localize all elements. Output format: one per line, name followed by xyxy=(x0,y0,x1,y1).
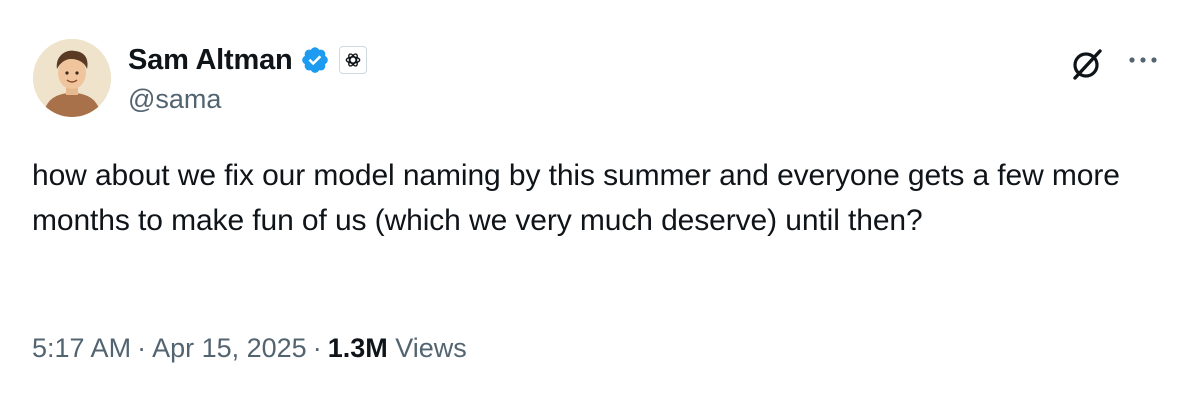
tweet-text: how about we fix our model naming by thi… xyxy=(32,159,1120,237)
meta-separator: · xyxy=(312,333,322,363)
avatar[interactable] xyxy=(33,39,111,117)
tweet-date[interactable]: Apr 15, 2025 xyxy=(152,333,307,363)
meta-separator: · xyxy=(137,333,147,363)
author-name-row: Sam Altman xyxy=(128,42,367,78)
verified-badge-icon[interactable] xyxy=(300,45,330,75)
more-options-icon[interactable] xyxy=(1126,48,1160,72)
grok-icon[interactable] xyxy=(1067,44,1107,84)
openai-logo-icon[interactable] xyxy=(338,46,367,74)
tweet-metadata: 5:17 AM · Apr 15, 2025 · 1.3M Views xyxy=(32,333,467,364)
tweet-time[interactable]: 5:17 AM xyxy=(32,333,131,363)
tweet-card: Sam Altman @sama how about we fix our mo… xyxy=(0,0,1198,402)
avatar-illustration xyxy=(33,39,111,117)
views-count: 1.3M xyxy=(327,333,388,363)
author-display-name[interactable]: Sam Altman xyxy=(128,44,293,77)
views-label: Views xyxy=(395,333,467,363)
author-handle[interactable]: @sama xyxy=(128,84,221,115)
